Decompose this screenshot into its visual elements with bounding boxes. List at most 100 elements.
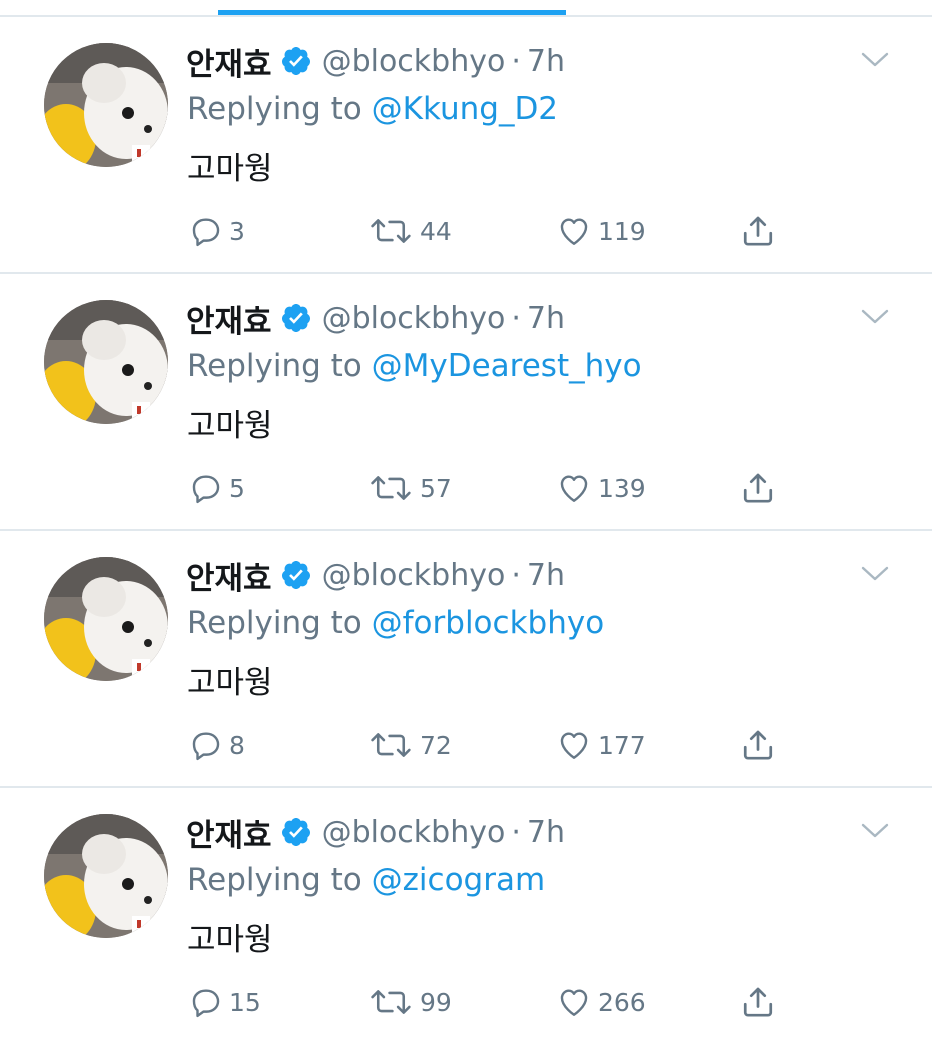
reply-button[interactable]: 3	[189, 211, 245, 251]
separator-dot: ·	[511, 557, 521, 593]
replying-to-line: Replying to @MyDearest_hyo	[187, 348, 642, 384]
share-button[interactable]	[740, 211, 776, 251]
replying-to-mention[interactable]: @MyDearest_hyo	[372, 348, 642, 384]
share-icon	[743, 987, 773, 1017]
tweet-text: 고마웡	[187, 922, 273, 958]
share-icon	[743, 216, 773, 246]
avatar[interactable]	[44, 43, 168, 167]
separator-dot: ·	[511, 814, 521, 850]
tweet[interactable]: 안재효 @blockbhyo · 7h Replying to @forbloc…	[0, 531, 932, 788]
chevron-down-icon	[861, 566, 889, 581]
like-button[interactable]: 139	[556, 468, 646, 508]
tweet-menu-button[interactable]	[860, 304, 890, 330]
handle[interactable]: @blockbhyo	[322, 558, 506, 593]
tweet-header: 안재효 @blockbhyo · 7h	[186, 810, 565, 854]
avatar[interactable]	[44, 300, 168, 424]
retweet-button[interactable]: 72	[368, 725, 452, 765]
avatar[interactable]	[44, 557, 168, 681]
heart-icon	[560, 475, 588, 502]
reply-bubble-icon	[192, 732, 220, 761]
display-name[interactable]: 안재효	[186, 39, 272, 84]
replying-to-line: Replying to @zicogram	[187, 862, 545, 898]
timestamp[interactable]: 7h	[527, 44, 565, 79]
display-name[interactable]: 안재효	[186, 553, 272, 598]
like-count: 177	[598, 730, 646, 760]
reply-button[interactable]: 15	[189, 982, 261, 1022]
heart-icon	[560, 732, 588, 759]
share-icon	[743, 473, 773, 503]
tweet[interactable]: 안재효 @blockbhyo · 7h Replying to @MyDeare…	[0, 274, 932, 531]
share-icon	[743, 730, 773, 760]
display-name[interactable]: 안재효	[186, 296, 272, 341]
separator-dot: ·	[511, 43, 521, 79]
chevron-down-icon	[861, 309, 889, 324]
retweet-button[interactable]: 44	[368, 211, 452, 251]
chevron-down-icon	[861, 823, 889, 838]
handle[interactable]: @blockbhyo	[322, 815, 506, 850]
like-button[interactable]: 266	[556, 982, 646, 1022]
reply-count: 8	[229, 730, 245, 760]
like-count: 266	[598, 987, 646, 1017]
heart-icon	[560, 218, 588, 245]
verified-badge-icon	[280, 816, 312, 848]
replying-to-line: Replying to @forblockbhyo	[187, 605, 604, 641]
display-name[interactable]: 안재효	[186, 810, 272, 855]
verified-badge-icon	[280, 302, 312, 334]
retweet-button[interactable]: 57	[368, 468, 452, 508]
tweet-actions: 8 72 177	[0, 725, 932, 765]
retweet-button[interactable]: 99	[368, 982, 452, 1022]
share-button[interactable]	[740, 725, 776, 765]
timestamp[interactable]: 7h	[527, 815, 565, 850]
handle[interactable]: @blockbhyo	[322, 301, 506, 336]
reply-count: 3	[229, 216, 245, 246]
tweet-menu-button[interactable]	[860, 47, 890, 73]
separator-dot: ·	[511, 300, 521, 336]
tweet-menu-button[interactable]	[860, 561, 890, 587]
like-count: 139	[598, 473, 646, 503]
like-button[interactable]: 177	[556, 725, 646, 765]
retweet-icon	[371, 476, 411, 500]
reply-button[interactable]: 5	[189, 468, 245, 508]
retweet-icon	[371, 733, 411, 757]
retweet-count: 99	[420, 987, 452, 1017]
replying-to-label: Replying to	[187, 862, 362, 898]
tweet-feed: 안재효 @blockbhyo · 7h Replying to @Kkung_D…	[0, 17, 932, 1043]
replying-to-line: Replying to @Kkung_D2	[187, 91, 558, 127]
timestamp[interactable]: 7h	[527, 558, 565, 593]
reply-button[interactable]: 8	[189, 725, 245, 765]
verified-badge-icon	[280, 559, 312, 591]
reply-bubble-icon	[192, 989, 220, 1018]
retweet-count: 44	[420, 216, 452, 246]
tweet-text: 고마웡	[187, 151, 273, 187]
reply-count: 5	[229, 473, 245, 503]
retweet-icon	[371, 990, 411, 1014]
tweet-actions: 3 44 119	[0, 211, 932, 251]
avatar[interactable]	[44, 814, 168, 938]
share-button[interactable]	[740, 982, 776, 1022]
tweet-text: 고마웡	[187, 665, 273, 701]
tweet-header: 안재효 @blockbhyo · 7h	[186, 296, 565, 340]
timestamp[interactable]: 7h	[527, 301, 565, 336]
verified-badge-icon	[280, 45, 312, 77]
tweet[interactable]: 안재효 @blockbhyo · 7h Replying to @Kkung_D…	[0, 17, 932, 274]
replying-to-label: Replying to	[187, 605, 362, 641]
like-count: 119	[598, 216, 646, 246]
like-button[interactable]: 119	[556, 211, 646, 251]
retweet-count: 57	[420, 473, 452, 503]
handle[interactable]: @blockbhyo	[322, 44, 506, 79]
tweet-text: 고마웡	[187, 408, 273, 444]
reply-bubble-icon	[192, 218, 220, 247]
reply-bubble-icon	[192, 475, 220, 504]
replying-to-label: Replying to	[187, 348, 362, 384]
replying-to-label: Replying to	[187, 91, 362, 127]
reply-count: 15	[229, 987, 261, 1017]
replying-to-mention[interactable]: @zicogram	[372, 862, 546, 898]
tweet[interactable]: 안재효 @blockbhyo · 7h Replying to @zicogra…	[0, 788, 932, 1043]
share-button[interactable]	[740, 468, 776, 508]
replying-to-mention[interactable]: @forblockbhyo	[372, 605, 605, 641]
replying-to-mention[interactable]: @Kkung_D2	[372, 91, 558, 127]
retweet-count: 72	[420, 730, 452, 760]
tweet-header: 안재효 @blockbhyo · 7h	[186, 39, 565, 83]
tweet-menu-button[interactable]	[860, 818, 890, 844]
tweet-header: 안재효 @blockbhyo · 7h	[186, 553, 565, 597]
